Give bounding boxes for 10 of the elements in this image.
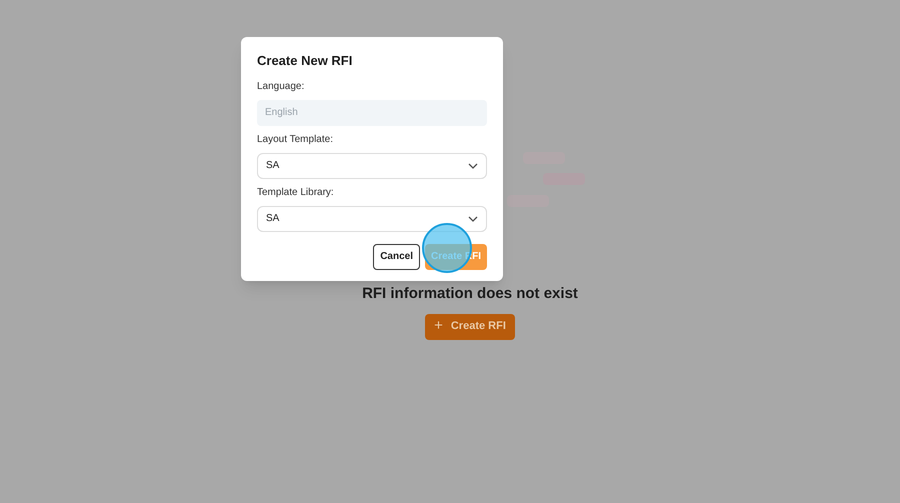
field-label: Template Library: [257,186,335,200]
field-label: Layout Template: [257,132,334,146]
empty-message: RFI information does not exist [362,284,578,304]
dialog-title: Create New RFI [257,52,354,70]
field-label: Language: [257,80,306,94]
chevron-down-icon [468,162,478,168]
chevron-down-icon [468,216,478,222]
cancel-button[interactable]: Cancel [373,244,420,270]
select-field[interactable]: SA [257,152,487,178]
plus-icon: + [434,315,443,338]
